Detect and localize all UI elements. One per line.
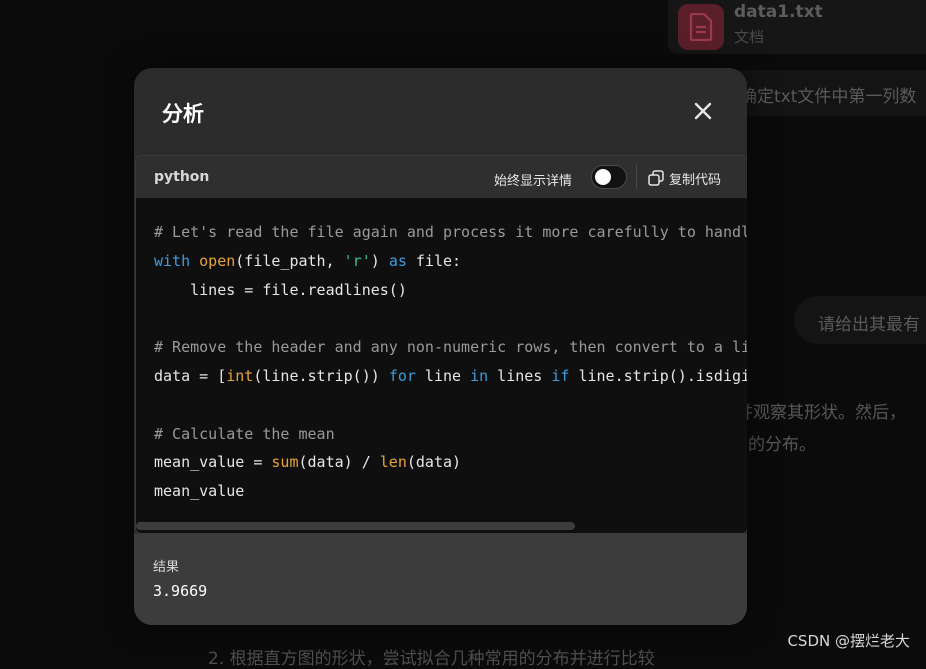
copy-code-button[interactable]: 复制代码 <box>648 168 721 188</box>
toggle-knob <box>595 169 611 185</box>
code-token: data = [ <box>154 366 227 385</box>
code-line: # Calculate the mean <box>154 420 747 449</box>
code-token: ) <box>370 251 389 270</box>
file-attachment-card[interactable]: data1.txt 文档 <box>668 0 926 54</box>
toggle-label: 始终显示详情 <box>494 174 573 189</box>
code-token: line <box>415 366 471 385</box>
assistant-text: 并观察其形状。然后， <box>736 403 906 423</box>
code-token: len <box>379 453 407 472</box>
always-show-details-toggle[interactable] <box>591 165 627 189</box>
code-token: line.strip().isdigit()] <box>578 366 747 385</box>
code-header: python 始终显示详情 复制代码 <box>136 156 747 198</box>
code-line: # Remove the header and any non-numeric … <box>154 333 747 362</box>
result-value: 3.9669 <box>153 582 208 600</box>
user-message-text: 请给出其最有 <box>818 315 920 335</box>
file-type: 文档 <box>734 28 765 46</box>
code-block: python 始终显示详情 复制代码 # Let's read the file… <box>135 155 747 534</box>
code-token: as <box>388 251 407 270</box>
watermark: CSDN @摆烂老大 <box>787 632 910 650</box>
assistant-text: 2. 根据直方图的形状，尝试拟合几种常用的分布并进行比较 <box>208 649 655 669</box>
code-token: int <box>226 366 254 385</box>
code-token: with <box>154 251 191 270</box>
code-line: mean_value <box>154 477 747 506</box>
horizontal-scrollbar[interactable] <box>136 522 575 530</box>
code-token: file: <box>406 251 462 270</box>
assistant-text: 的分布。 <box>748 435 816 455</box>
analysis-modal: 分析 python 始终显示详情 复制代码 # Let's read the f… <box>134 68 747 625</box>
code-token: (data) <box>406 453 462 472</box>
code-token: lines <box>488 366 552 385</box>
code-token: # Let's read the file again and process … <box>154 223 747 241</box>
code-token: mean_value = <box>154 453 272 472</box>
code-token: open <box>199 251 236 270</box>
code-line: with open(file_path, 'r') as file: <box>154 247 747 276</box>
code-token: 'r' <box>343 251 371 270</box>
code-token: for <box>388 366 416 385</box>
code-line: mean_value = sum(data) / len(data) <box>154 448 747 477</box>
close-icon <box>694 102 712 120</box>
close-button[interactable] <box>690 98 716 124</box>
code-token: sum <box>271 453 299 472</box>
code-token: mean_value <box>154 482 245 501</box>
code-token: (data) / <box>298 453 380 472</box>
header-divider <box>636 165 637 189</box>
code-token: # Remove the header and any non-numeric … <box>154 338 747 357</box>
result-label: 结果 <box>153 560 180 575</box>
code-token: lines = file.readlines() <box>154 280 407 299</box>
code-line: # Let's read the file again and process … <box>154 218 747 247</box>
code-line: data = [int(line.strip()) for line in li… <box>154 362 747 391</box>
result-panel: 结果 3.9669 <box>134 534 747 625</box>
code-token: (file_path, <box>235 251 344 270</box>
code-language: python <box>154 169 210 185</box>
user-message-text: 确定txt文件中第一列数 <box>740 87 917 107</box>
document-icon <box>678 4 724 50</box>
code-token: in <box>470 366 489 385</box>
code-token: # Calculate the mean <box>154 424 335 443</box>
file-name: data1.txt <box>734 2 823 22</box>
copy-icon <box>648 170 664 186</box>
code-content: # Let's read the file again and process … <box>154 218 747 506</box>
code-token: if <box>551 366 570 385</box>
code-line: lines = file.readlines() <box>154 276 747 305</box>
modal-title: 分析 <box>162 102 204 126</box>
user-message-bubble: 请给出其最有 <box>794 296 926 344</box>
copy-code-label: 复制代码 <box>669 172 722 188</box>
code-token: (line.strip()) <box>253 366 389 385</box>
